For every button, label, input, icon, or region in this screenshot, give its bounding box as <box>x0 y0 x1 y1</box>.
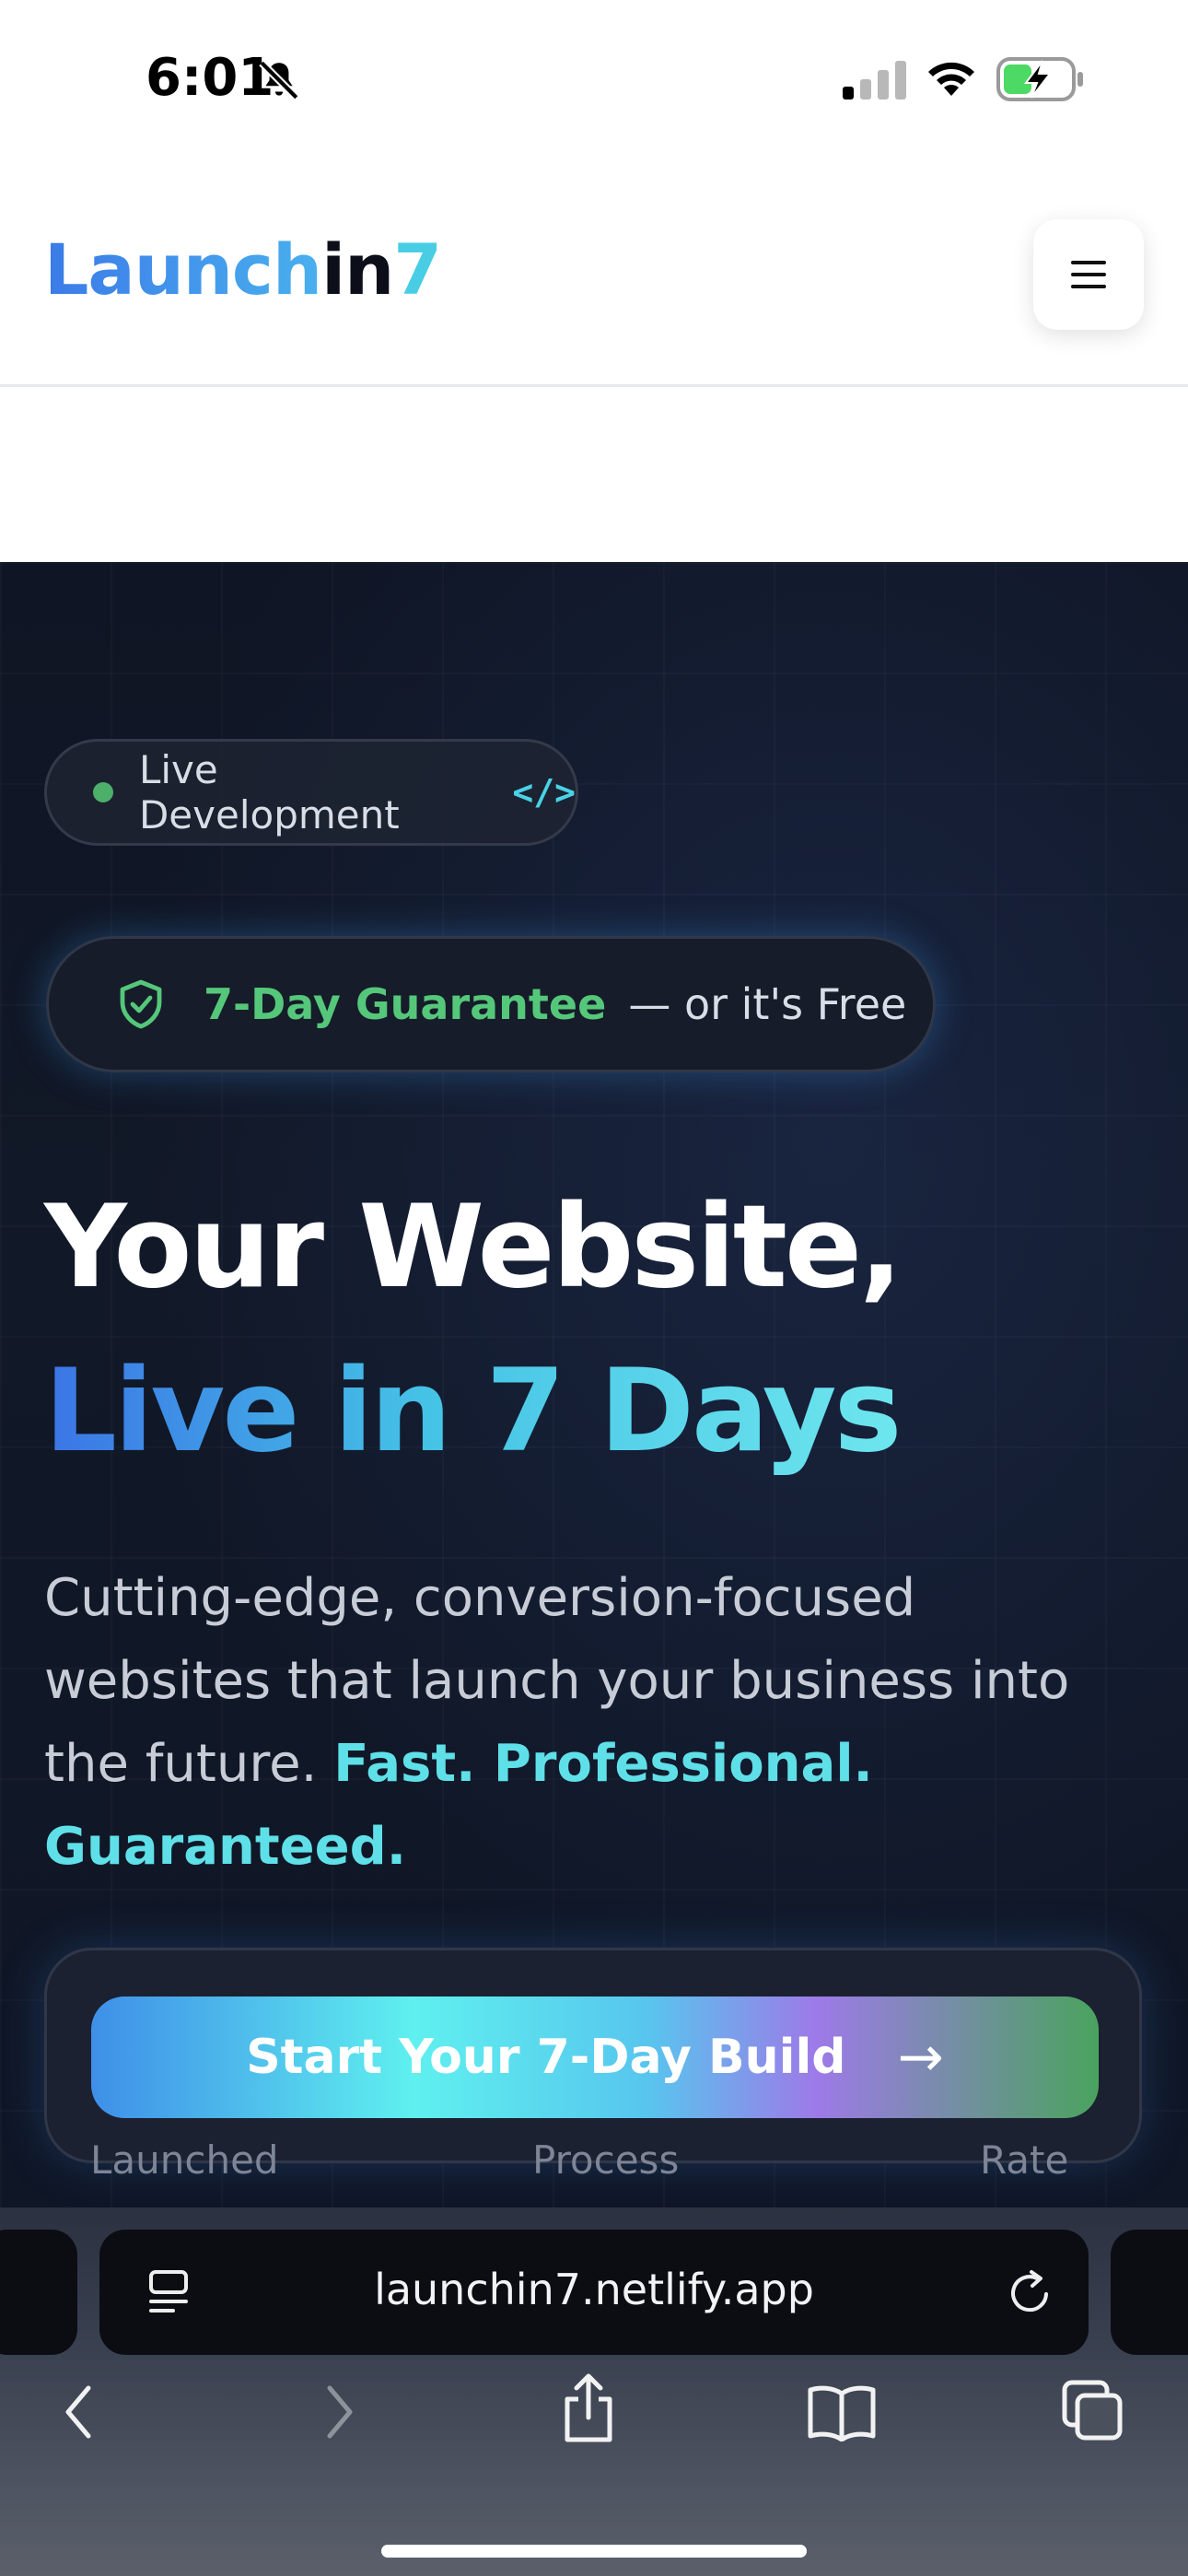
hero-headline-line1: Your Website, <box>44 1181 903 1314</box>
menu-button[interactable] <box>1033 219 1144 330</box>
previous-tab-preview[interactable] <box>0 2230 77 2355</box>
stat-label-rate: Rate <box>980 2137 1069 2183</box>
stat-labels-row: Launched Process Rate <box>0 2137 1188 2193</box>
bookmarks-icon[interactable] <box>807 2383 877 2441</box>
browser-toolbar: launchin7.netlify.app <box>0 2207 1188 2576</box>
shield-check-icon <box>120 979 162 1029</box>
battery-charging-icon <box>996 57 1083 101</box>
site-header: Launchin7 <box>0 157 1188 387</box>
cta-label: Start Your 7-Day Build <box>246 2030 846 2085</box>
home-indicator[interactable] <box>381 2545 807 2558</box>
wifi-icon <box>928 62 974 96</box>
url-text: launchin7.netlify.app <box>374 2265 814 2314</box>
hero-description: Cutting-edge, conversion-focused website… <box>44 1557 1149 1889</box>
bell-slash-icon <box>259 60 299 100</box>
hero-section: Live Development </> 7-Day Guarantee — o… <box>0 562 1188 2211</box>
logo-part-in: in <box>321 228 394 310</box>
live-badge-label: Live Development <box>138 747 400 837</box>
logo-part-7: 7 <box>393 228 442 310</box>
cellular-signal-icon <box>843 61 906 100</box>
reload-icon[interactable] <box>1006 2266 1055 2318</box>
header-spacer <box>0 387 1188 562</box>
guarantee-badge: 7-Day Guarantee — or it's Free <box>46 936 936 1072</box>
next-tab-preview[interactable] <box>1111 2230 1188 2355</box>
status-bar: 6:01 <box>0 0 1188 157</box>
hamburger-menu-icon <box>1071 261 1106 288</box>
live-status-dot <box>93 782 113 802</box>
live-development-badge: Live Development </> <box>44 739 578 846</box>
site-logo[interactable]: Launchin7 <box>44 228 442 310</box>
stat-label-process: Process <box>532 2137 680 2183</box>
stat-label-launched: Launched <box>90 2137 279 2183</box>
logo-part-launch: Launch <box>44 228 322 310</box>
back-icon[interactable] <box>59 2383 99 2441</box>
address-bar[interactable]: launchin7.netlify.app <box>99 2230 1089 2355</box>
guarantee-highlight: 7-Day Guarantee <box>204 979 607 1029</box>
tabs-icon[interactable] <box>1061 2379 1125 2443</box>
code-icon: </> <box>512 772 576 813</box>
guarantee-suffix: — or it's Free <box>628 979 907 1029</box>
arrow-right-icon: → <box>897 2025 944 2090</box>
hero-headline-line2: Live in 7 Days <box>44 1345 902 1478</box>
start-build-button[interactable]: Start Your 7-Day Build → <box>91 1996 1099 2118</box>
status-time: 6:01 <box>146 48 274 108</box>
forward-icon[interactable] <box>319 2383 359 2441</box>
share-icon[interactable] <box>558 2371 619 2445</box>
cta-container: Start Your 7-Day Build → <box>44 1948 1142 2163</box>
